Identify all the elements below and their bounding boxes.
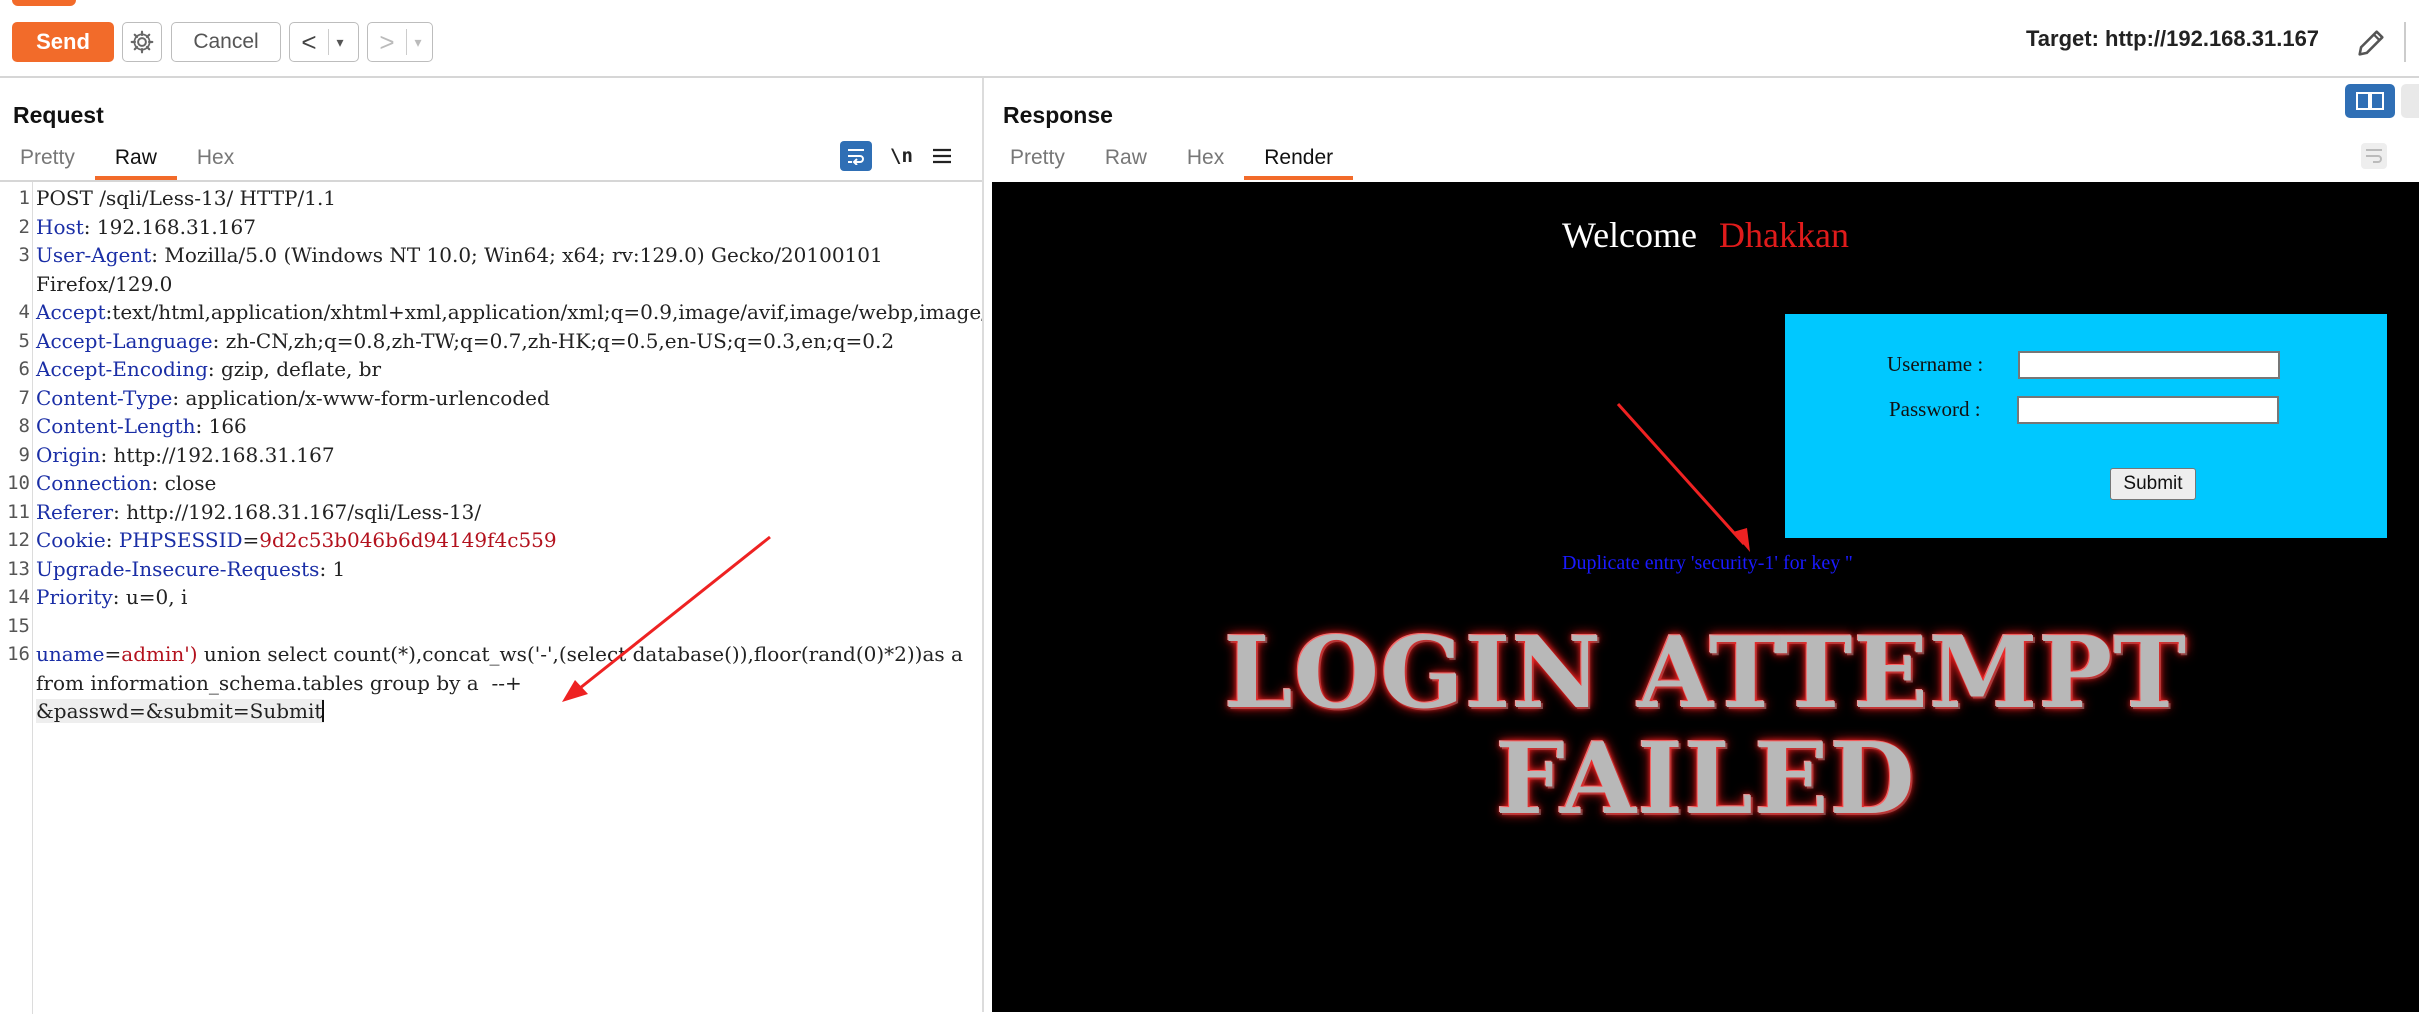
request-line: 8 Content-Length: 166 [18,414,247,438]
back-button-group[interactable]: < ▾ [289,22,359,62]
request-line: 3 User-Agent: Mozilla/5.0 (Windows NT 10.… [18,243,890,296]
rendered-page: Welcome Dhakkan Username : Password : Sub… [992,182,2419,1012]
tab-pretty[interactable]: Pretty [0,140,95,176]
request-line: 5 Accept-Language: zh-CN,zh;q=0.8,zh-TW;q… [18,328,895,353]
text-cursor [322,700,325,722]
cancel-button[interactable]: Cancel [171,22,281,62]
menu-icon[interactable] [931,146,953,166]
tab-raw[interactable]: Raw [1085,140,1167,176]
login-form: Username : Password : Submit [1785,314,2387,538]
pencil-icon[interactable] [2354,26,2388,60]
request-line: 15 [7,614,30,637]
password-field[interactable] [2017,396,2279,424]
tab-pretty[interactable]: Pretty [990,140,1085,176]
back-arrow-icon[interactable]: < [290,23,328,61]
submit-button[interactable]: Submit [2110,468,2196,500]
welcome-heading: Welcome Dhakkan [1561,215,1849,255]
layout-split-button[interactable] [2345,84,2395,118]
request-line: 12 Cookie: PHPSESSID=9d2c53b046b6d94149f4… [7,528,557,552]
tab-render[interactable]: Render [1244,140,1354,180]
request-editor[interactable]: 1 POST /sqli/Less-13/ HTTP/1.1 2 Host: 192.… [0,180,1291,1014]
request-line: 10 Connection: close [7,471,217,495]
tab-raw[interactable]: Raw [94,140,177,180]
forward-dropdown-icon[interactable]: ▾ [407,23,429,61]
request-line: 7 Content-Type: application/x-www-form-ur… [18,385,550,410]
send-button[interactable]: Send [12,22,114,62]
error-message: Duplicate entry 'security-1' for key '' [1562,552,1853,574]
login-failed-line1: LOGIN ATTEMPT [1223,616,2188,731]
request-line: 2 Host: 192.168.31.167 [18,214,256,239]
response-title: Response [1003,102,1113,128]
request-line: 14 Priority: u=0, i [7,585,188,609]
forward-button-group[interactable]: > ▾ [367,22,433,62]
wrap-lines-icon[interactable] [840,141,872,171]
request-line: 4 Accept:text/html,application/xhtml+xml,… [18,300,1291,324]
top-accent-mark [12,0,76,6]
username-label: Username : [1887,352,1984,376]
tab-hex[interactable]: Hex [1167,140,1244,176]
forward-arrow-icon[interactable]: > [368,23,406,61]
wrap-lines-icon[interactable] [2360,142,2388,170]
password-label: Password : [1889,397,1981,421]
login-failed-line2: FAILED [1495,722,1916,837]
request-line: 11 Referer: http://192.168.31.167/sqli/Le… [7,499,482,524]
username-field[interactable] [2018,351,2280,379]
layout-stack-button[interactable] [2401,84,2419,118]
split-view-icon [2356,92,2384,110]
request-tabs: Pretty Raw Hex [0,140,254,180]
toolbar: Send Cancel < ▾ > ▾ Target: http://192.1… [0,0,2419,78]
tab-hex[interactable]: Hex [177,140,254,176]
gear-icon [130,30,154,54]
request-line: 1 POST /sqli/Less-13/ HTTP/1.1 [18,186,337,210]
request-body-line[interactable]: 16 uname=admin') union select count(*),co… [0,640,980,726]
request-line: 9 Origin: http://192.168.31.167 [18,442,335,467]
request-line: 13 Upgrade-Insecure-Requests: 1 [7,556,346,581]
settings-button[interactable] [122,22,162,62]
target-label: Target: http://192.168.31.167 [2026,26,2320,51]
request-pane: Request Pretty Raw Hex \n 1 POST /sqli/Le… [0,78,1291,1014]
response-pane: Response Pretty Raw Hex Render Welcome Dh… [990,78,2419,1012]
request-line: 6 Accept-Encoding: gzip, deflate, br [18,357,382,381]
request-title: Request [13,102,104,128]
back-dropdown-icon[interactable]: ▾ [329,23,351,61]
response-tabs: Pretty Raw Hex Render [990,140,1354,180]
newline-toggle-icon[interactable]: \n [890,145,913,167]
